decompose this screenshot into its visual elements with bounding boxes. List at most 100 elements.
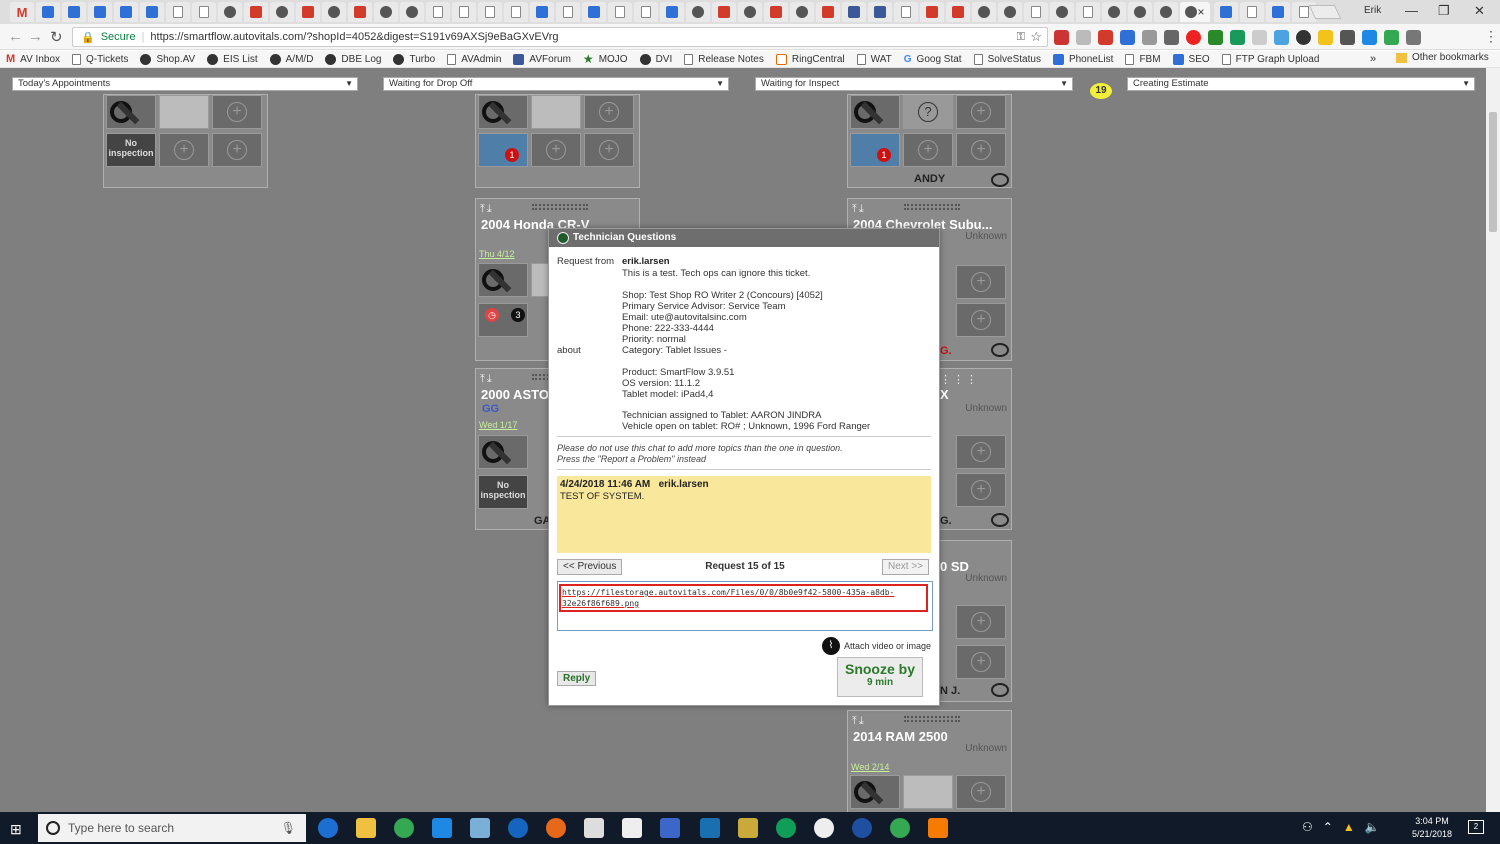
reload-icon[interactable]: ↻ [50,28,63,46]
bookmark-item[interactable]: AVAdmin [447,53,501,65]
add-tile[interactable]: + [956,473,1006,507]
attach-media-button[interactable]: ⌇ Attach video or image [821,637,931,655]
app-icon[interactable] [622,818,642,838]
tab-page[interactable] [452,2,476,22]
add-tile[interactable]: + [956,265,1006,299]
inspection-tile[interactable] [478,435,528,469]
add-tile[interactable]: + [212,133,262,167]
page-scrollbar[interactable] [1486,68,1500,812]
tab-page[interactable] [738,2,762,22]
tab-page[interactable] [920,2,944,22]
no-inspection-tile[interactable]: No inspection [106,133,156,167]
url-text[interactable]: https://smartflow.autovitals.com/?shopId… [150,31,558,43]
reply-textarea[interactable]: https://filestorage.autovitals.com/Files… [557,581,933,631]
tab-google[interactable] [1024,2,1048,22]
tab-page[interactable] [946,2,970,22]
bookmark-item[interactable]: Turbo [393,53,435,65]
close-tab-icon[interactable]: × [1197,5,1204,19]
scrollbar-thumb[interactable] [1489,112,1497,232]
other-bookmarks[interactable]: Other bookmarks [1396,52,1489,63]
appointment-date[interactable]: Thu 4/12 [479,249,515,259]
tab-autovitals[interactable] [270,2,294,22]
add-tile[interactable]: + [584,133,634,167]
next-request-button[interactable]: Next >> [882,559,930,575]
tab-page[interactable] [400,2,424,22]
filter-waiting-inspect[interactable]: Waiting for Inspect ▼ [755,77,1073,91]
tab-page[interactable] [816,2,840,22]
edge-icon[interactable] [318,818,338,838]
add-tile[interactable]: + [956,605,1006,639]
add-tile[interactable]: + [584,95,634,129]
bookmark-item[interactable]: A/M/D [269,53,313,65]
extension-icon[interactable] [1164,29,1179,45]
restore-icon[interactable]: ❐ [1438,3,1450,19]
new-tab-button[interactable] [1308,5,1342,19]
tab-page[interactable] [764,2,788,22]
forward-icon[interactable]: → [28,28,43,45]
tab-docs[interactable] [114,2,138,22]
tab-autovitals[interactable] [218,2,242,22]
tablet-tile[interactable]: 1 [850,133,900,167]
bookmark-item[interactable]: AVForum [513,53,571,65]
drive-icon[interactable] [1384,29,1399,45]
inspection-tile[interactable] [850,95,900,129]
add-tile[interactable]: + [531,133,581,167]
firefox-icon[interactable] [546,818,566,838]
extension-icon[interactable] [1230,29,1245,45]
volume-icon[interactable]: 🔈 [1365,820,1380,834]
extension-icon[interactable] [1318,29,1333,45]
tab-gmail[interactable]: M [10,2,34,22]
inspection-tile[interactable] [850,775,900,809]
tab-page[interactable] [374,2,398,22]
add-tile[interactable]: + [159,133,209,167]
drag-handle[interactable] [904,204,960,210]
bookmark-item[interactable]: DVI [639,53,672,65]
add-tile[interactable]: + [212,95,262,129]
tab-page[interactable] [556,2,580,22]
vehicle-card[interactable]: + No inspection + + [103,94,268,188]
chevron-up-icon[interactable]: ⌃ [1323,820,1333,834]
key-icon[interactable]: ⚿ [1017,31,1025,44]
tab-page[interactable] [504,2,528,22]
unknown-vehicle-tile[interactable]: ? [903,95,953,129]
chat-icon[interactable] [991,683,1009,697]
tab-page[interactable] [192,2,216,22]
tab-page[interactable] [1102,2,1126,22]
extension-icon[interactable] [1340,29,1355,45]
tab-page[interactable] [348,2,372,22]
app-icon[interactable] [852,818,872,838]
inspection-tile[interactable] [106,95,156,129]
bookmark-item[interactable]: FTP Graph Upload [1221,53,1319,65]
tab-page[interactable] [1128,2,1152,22]
tab-page[interactable] [1050,2,1074,22]
tab-page[interactable] [972,2,996,22]
filter-creating-estimate[interactable]: Creating Estimate ▼ [1127,77,1475,91]
add-tile[interactable]: + [956,775,1006,809]
appointment-date[interactable]: Wed 2/14 [851,762,889,772]
bookmark-item[interactable]: RingCentral [775,53,845,65]
tab-facebook[interactable] [868,2,892,22]
vehicle-card[interactable]: ⤒⤓ 2014 RAM 2500 Unknown Wed 2/14 + [847,710,1012,820]
chrome-active-icon[interactable] [890,818,910,838]
app-icon[interactable] [814,818,834,838]
vehicle-card[interactable]: ? + 1 + + ANDY [847,94,1012,188]
add-tile[interactable]: + [956,645,1006,679]
tablet-tile[interactable]: 1 [478,133,528,167]
browser-menu-icon[interactable]: ⋮ [1484,28,1498,45]
bookmark-item[interactable]: ★ MOJO [583,52,628,66]
add-tile[interactable]: + [956,435,1006,469]
profile-name[interactable]: Erik [1364,5,1381,16]
bookmark-item[interactable]: SolveStatus [973,53,1041,65]
window-close-icon[interactable]: ✕ [1474,3,1485,19]
tab-page[interactable] [1214,2,1238,22]
bookmark-item[interactable]: PhoneList [1052,53,1113,65]
skype-icon[interactable] [700,818,720,838]
tab-page[interactable] [790,2,814,22]
bookmark-item[interactable]: FBM [1125,53,1161,65]
snooze-button[interactable]: Snooze by 9 min [837,657,923,697]
extension-icon[interactable] [1054,29,1069,45]
vehicle-photo[interactable] [531,95,581,129]
hangouts-icon[interactable] [776,818,796,838]
bookmark-item[interactable]: WAT [856,53,892,65]
chat-icon[interactable] [991,173,1009,187]
